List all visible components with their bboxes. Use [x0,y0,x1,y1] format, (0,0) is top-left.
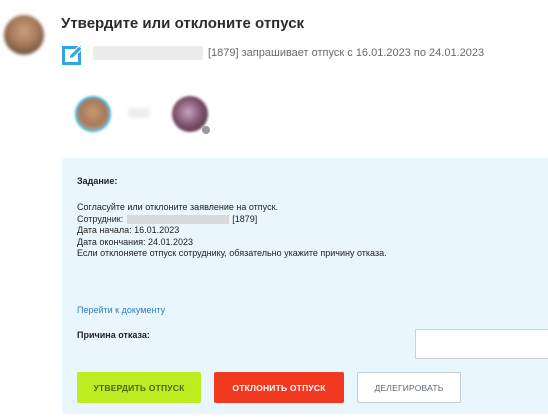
reason-label: Причина отказа: [77,330,150,340]
workflow-arrow-icon [128,108,150,118]
task-instruction: Согласуйте или отклоните заявление на от… [77,202,279,212]
document-link[interactable]: Перейти к документу [77,305,165,315]
employee-name-redacted [93,46,203,60]
task-description: Согласуйте или отклоните заявление на от… [77,202,387,260]
requester-avatar[interactable] [4,15,44,55]
request-summary: [1879] запрашивает отпуск с 16.01.2023 п… [93,46,484,60]
delegate-button[interactable]: ДЕЛЕГИРОВАТЬ [357,372,461,403]
task-note: Если отклоняете отпуск сотруднику, обяза… [77,248,387,258]
participant-avatar-requester[interactable] [75,96,111,132]
task-panel: Задание: Согласуйте или отклоните заявле… [62,158,548,414]
employee-name-redacted [127,214,230,224]
task-start-date: Дата начала: 16.01.2023 [77,225,180,235]
request-text: [1879] запрашивает отпуск с 16.01.2023 п… [208,47,485,59]
reason-input[interactable] [415,329,548,359]
employee-id: [1879] [232,213,258,224]
employee-label: Сотрудник: [77,213,124,224]
approve-button[interactable]: УТВЕРДИТЬ ОТПУСК [77,372,201,403]
reject-button[interactable]: ОТКЛОНИТЬ ОТПУСК [214,372,344,403]
status-dot [202,126,210,134]
task-end-date: Дата окончания: 24.01.2023 [77,236,194,247]
task-heading: Задание: [77,176,118,186]
edit-document-icon [62,44,84,66]
task-employee: Сотрудник: [1879] [77,214,387,226]
page-title: Утвердите или отклоните отпуск [61,15,305,32]
